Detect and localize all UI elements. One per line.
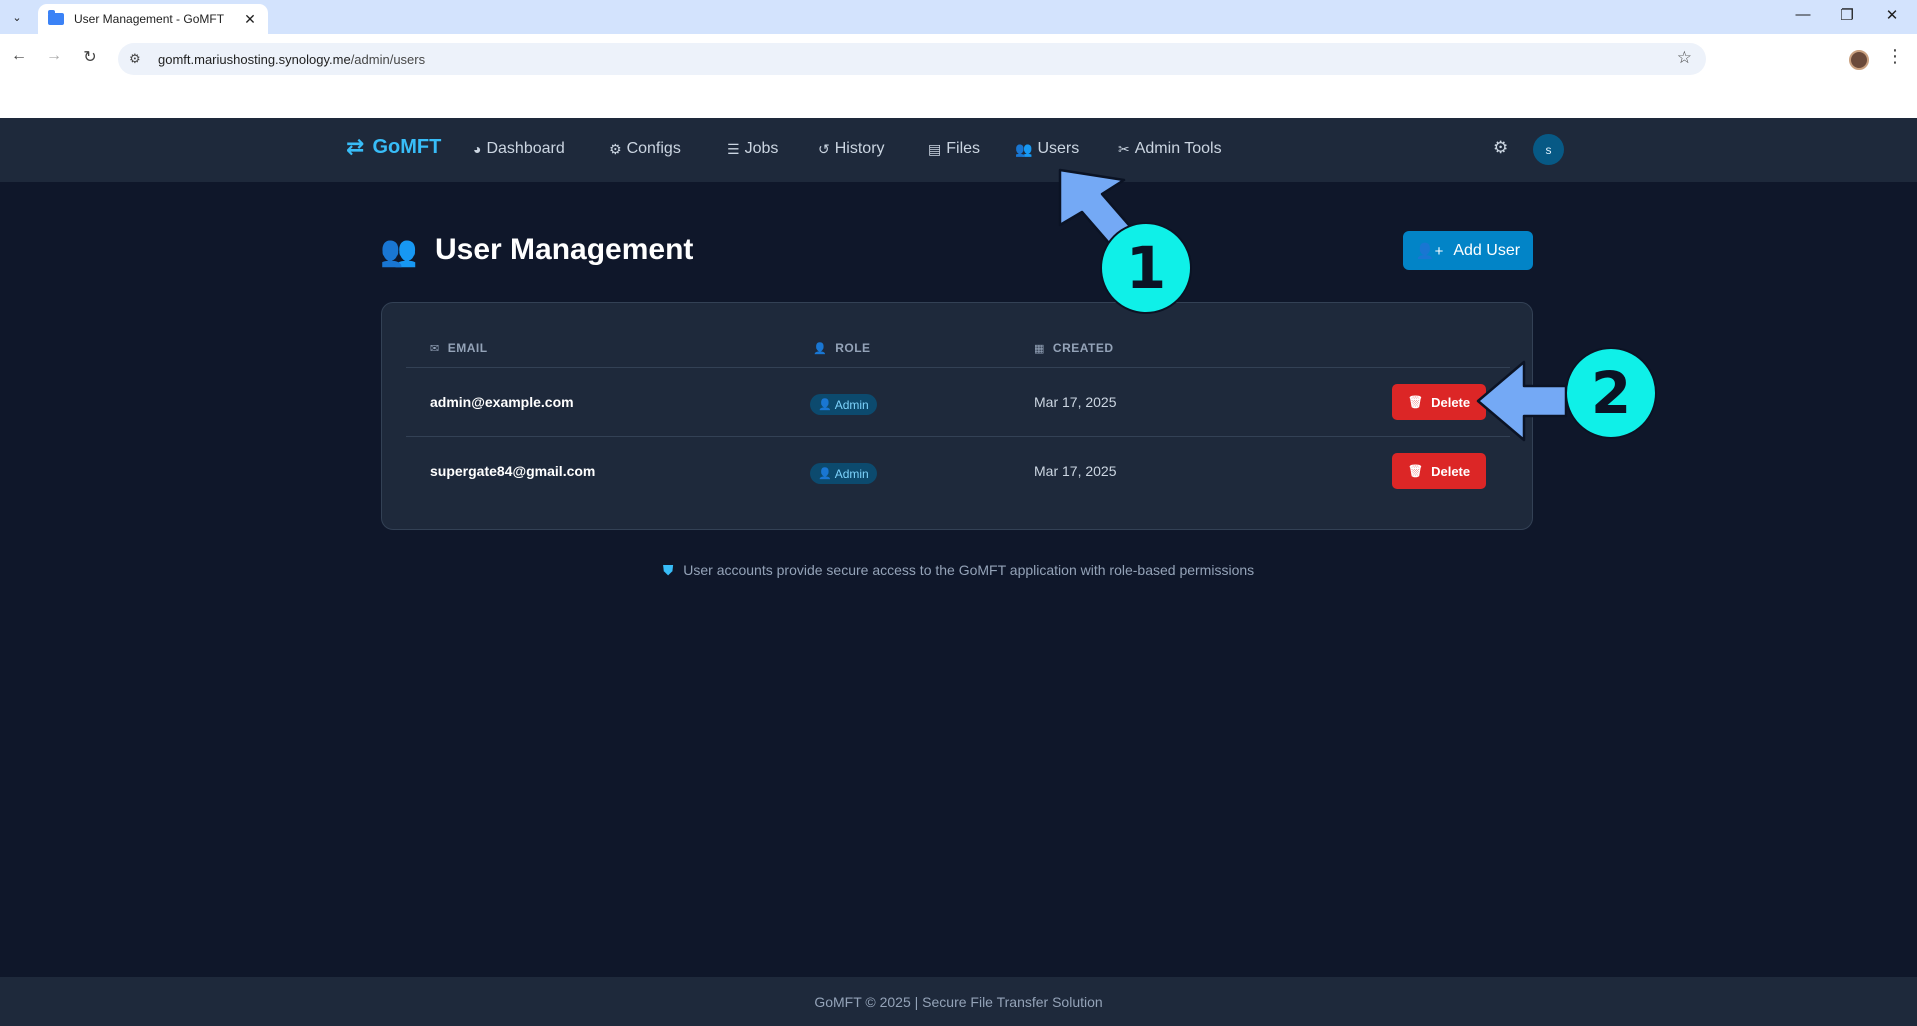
annotation-step-2: 2 bbox=[1565, 347, 1657, 439]
annotation-arrow-2 bbox=[1476, 360, 1568, 442]
annotation-step-1: 1 bbox=[1100, 222, 1192, 314]
annotation-layer bbox=[1058, 168, 1568, 442]
